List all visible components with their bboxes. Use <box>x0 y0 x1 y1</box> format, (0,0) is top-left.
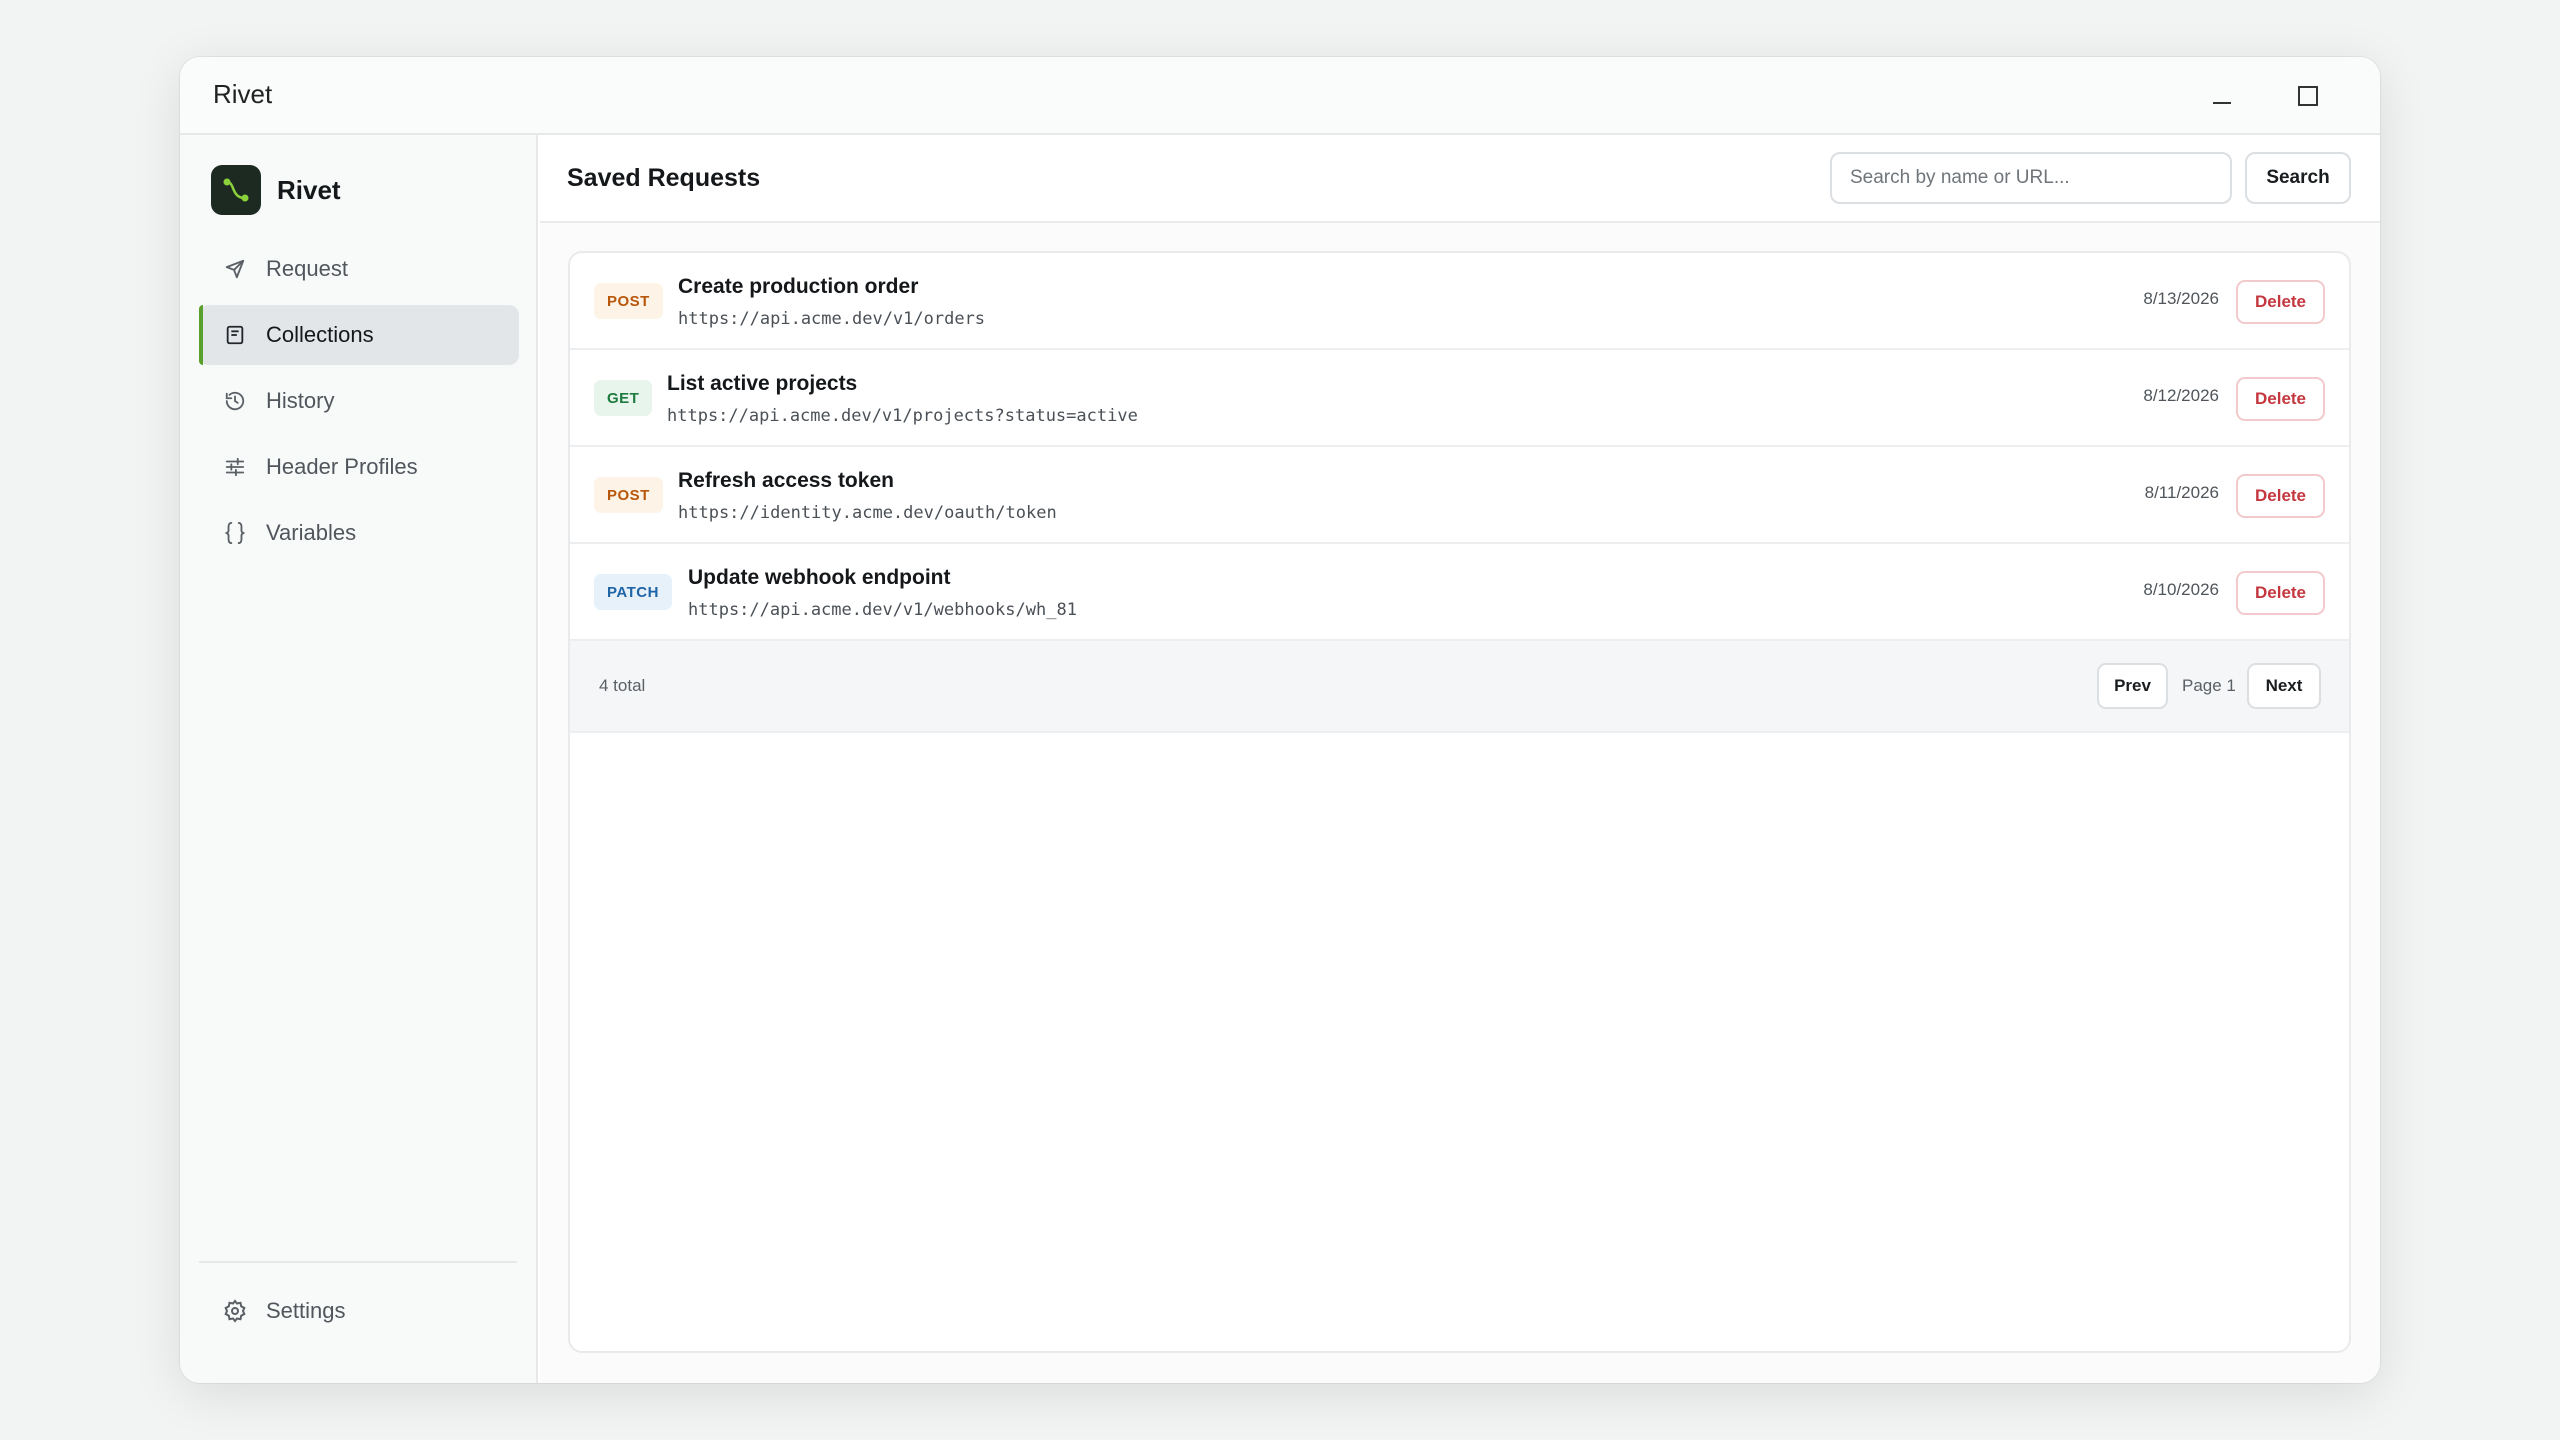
main-header: Saved Requests Search <box>540 135 2380 223</box>
request-name: Update webhook endpoint <box>688 566 951 589</box>
list-item[interactable]: POST Create production order https://api… <box>570 253 2349 350</box>
page-indicator: Page 1 <box>2182 676 2236 695</box>
language-label: en <box>275 1382 299 1383</box>
sidebar-item-label: Header Profiles <box>266 454 418 479</box>
requests-list: POST Create production order https://api… <box>568 251 2351 1353</box>
method-badge: PATCH <box>594 574 672 610</box>
close-button[interactable] <box>2364 71 2380 121</box>
request-name: List active projects <box>667 372 858 395</box>
braces-icon <box>222 520 248 546</box>
request-name: Refresh access token <box>678 469 894 492</box>
rivet-logo-icon <box>211 165 261 215</box>
delete-button[interactable]: Delete <box>2236 377 2325 421</box>
sidebar: Rivet Request Collections History Header… <box>180 135 538 1383</box>
search-input[interactable] <box>1830 152 2232 204</box>
list-item[interactable]: GET List active projects https://api.acm… <box>570 350 2349 447</box>
sidebar-item-variables[interactable]: Variables <box>199 503 519 563</box>
method-badge: POST <box>594 283 663 319</box>
request-date: 8/10/2026 <box>2143 580 2219 599</box>
request-url: https://identity.acme.dev/oauth/token <box>678 503 1057 523</box>
send-icon <box>222 256 248 282</box>
delete-button[interactable]: Delete <box>2236 571 2325 615</box>
request-url: https://api.acme.dev/v1/projects?status=… <box>667 406 1138 426</box>
next-page-button[interactable]: Next <box>2247 663 2321 709</box>
search-button[interactable]: Search <box>2245 152 2351 204</box>
maximize-icon <box>2298 86 2318 106</box>
sidebar-item-label: Variables <box>266 520 357 545</box>
sidebar-item-label: Settings <box>266 1298 346 1323</box>
delete-button[interactable]: Delete <box>2236 474 2325 518</box>
window-title: Rivet <box>213 79 273 109</box>
sidebar-item-request[interactable]: Request <box>199 239 519 299</box>
history-icon <box>222 388 248 414</box>
language-selector[interactable]: en ▼ <box>233 1382 319 1383</box>
pagination-bar: 4 total Prev Page 1 Next <box>570 641 2349 733</box>
brand-name: Rivet <box>277 174 341 205</box>
sidebar-item-history[interactable]: History <box>199 371 519 431</box>
request-url: https://api.acme.dev/v1/orders <box>678 309 986 329</box>
minimize-button[interactable] <box>2192 71 2252 121</box>
document-icon <box>222 322 248 348</box>
title-bar: Rivet <box>180 57 2380 135</box>
sidebar-item-label: History <box>266 388 335 413</box>
request-url: https://api.acme.dev/v1/webhooks/wh_81 <box>688 600 1077 620</box>
request-date: 8/13/2026 <box>2143 289 2219 308</box>
total-count: 4 total <box>599 676 646 695</box>
brand: Rivet <box>211 165 341 215</box>
request-date: 8/12/2026 <box>2143 386 2219 405</box>
delete-button[interactable]: Delete <box>2236 280 2325 324</box>
sidebar-item-label: Request <box>266 256 348 281</box>
minimize-icon <box>2213 102 2231 104</box>
method-badge: POST <box>594 477 663 513</box>
list-item[interactable]: PATCH Update webhook endpoint https://ap… <box>570 544 2349 641</box>
request-date: 8/11/2026 <box>2144 483 2219 502</box>
sidebar-item-settings[interactable]: Settings <box>199 1281 519 1341</box>
gear-icon <box>222 1298 248 1324</box>
sidebar-nav: Request Collections History Header Profi… <box>199 239 519 569</box>
method-badge: GET <box>594 380 653 416</box>
sliders-icon <box>222 454 248 480</box>
prev-page-button[interactable]: Prev <box>2097 663 2168 709</box>
sidebar-item-collections[interactable]: Collections <box>199 305 519 365</box>
settings-section: Settings <box>199 1281 519 1347</box>
maximize-button[interactable] <box>2278 71 2338 121</box>
main-content: Saved Requests Search POST Create produc… <box>540 135 2380 1383</box>
list-item[interactable]: POST Refresh access token https://identi… <box>570 447 2349 544</box>
sidebar-item-label: Collections <box>266 322 374 347</box>
sidebar-divider <box>199 1261 517 1263</box>
request-name: Create production order <box>678 275 919 298</box>
page-title: Saved Requests <box>567 164 761 192</box>
app-window: Rivet Rivet Request Collections History … <box>180 57 2380 1383</box>
sidebar-item-header-profiles[interactable]: Header Profiles <box>199 437 519 497</box>
